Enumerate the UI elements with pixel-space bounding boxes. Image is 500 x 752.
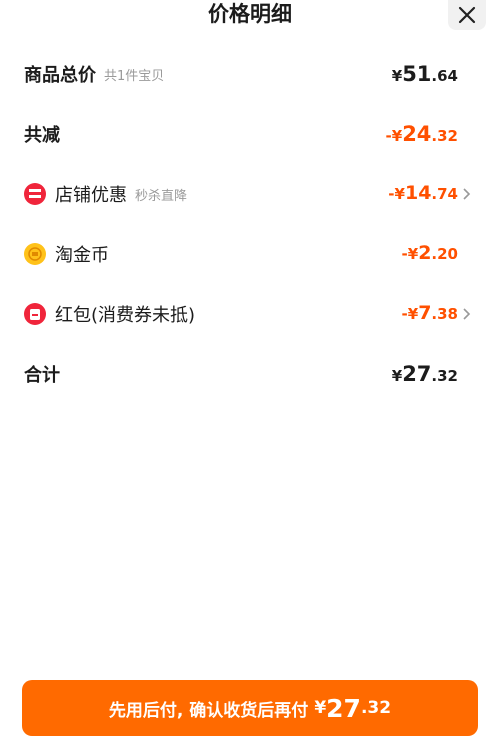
amount-integer: 14 bbox=[404, 182, 432, 204]
grand-total-amount: ¥ 27 .32 bbox=[392, 354, 458, 394]
currency-symbol: ¥ bbox=[391, 367, 403, 385]
close-icon bbox=[458, 6, 476, 24]
red-packet-label: 红包(消费券未抵) bbox=[55, 305, 196, 326]
close-button[interactable] bbox=[448, 0, 486, 30]
amount-integer: 24 bbox=[402, 122, 432, 146]
amount-cents: .32 bbox=[360, 698, 392, 718]
chevron-right-icon bbox=[463, 308, 471, 320]
currency-symbol: -¥ bbox=[401, 305, 419, 323]
total-price-label: 商品总价 bbox=[24, 65, 96, 86]
row-taojinbi: 淘金币 -¥ 2 .20 bbox=[0, 234, 500, 274]
amount-cents: .74 bbox=[431, 185, 458, 203]
amount-cents: .38 bbox=[431, 305, 458, 323]
red-packet-icon bbox=[24, 303, 46, 325]
page-title: 价格明细 bbox=[208, 2, 292, 26]
amount-integer: 27 bbox=[402, 362, 432, 386]
amount-cents: .64 bbox=[431, 67, 458, 85]
shop-discount-icon bbox=[24, 183, 46, 205]
amount-cents: .32 bbox=[431, 367, 458, 385]
row-total-price: 商品总价 共1件宝贝 ¥ 51 .64 bbox=[0, 54, 500, 94]
red-packet-amount: -¥ 7 .38 bbox=[402, 294, 458, 334]
currency-symbol: -¥ bbox=[385, 127, 403, 145]
amount-integer: 51 bbox=[402, 62, 432, 86]
shop-discount-label: 店铺优惠 bbox=[55, 185, 127, 206]
currency-symbol: -¥ bbox=[388, 185, 405, 203]
total-discount-amount: -¥ 24 .32 bbox=[386, 114, 458, 154]
pay-button-label: 先用后付, 确认收货后再付 bbox=[108, 700, 309, 721]
header: 价格明细 bbox=[0, 0, 500, 30]
taojinbi-coin-icon bbox=[24, 243, 46, 265]
currency-symbol: -¥ bbox=[401, 245, 419, 263]
amount-integer: 2 bbox=[418, 242, 432, 264]
grand-total-label: 合计 bbox=[24, 365, 60, 386]
row-shop-discount[interactable]: 店铺优惠 秒杀直降 -¥ 14 .74 bbox=[0, 174, 500, 214]
row-grand-total: 合计 ¥ 27 .32 bbox=[0, 354, 500, 394]
total-price-amount: ¥ 51 .64 bbox=[392, 54, 458, 94]
amount-cents: .20 bbox=[431, 245, 458, 263]
amount-cents: .32 bbox=[431, 127, 458, 145]
row-total-discount: 共减 -¥ 24 .32 bbox=[0, 114, 500, 154]
currency-symbol: ¥ bbox=[314, 698, 327, 718]
amount-integer: 27 bbox=[326, 693, 361, 723]
item-count-label: 共1件宝贝 bbox=[104, 68, 165, 84]
currency-symbol: ¥ bbox=[391, 67, 403, 85]
chevron-right-icon bbox=[463, 188, 471, 200]
pay-later-button[interactable]: 先用后付, 确认收货后再付 ¥ 27 .32 bbox=[22, 680, 478, 736]
taojinbi-label: 淘金币 bbox=[55, 245, 109, 266]
taojinbi-amount: -¥ 2 .20 bbox=[402, 234, 458, 274]
total-discount-label: 共减 bbox=[24, 125, 60, 146]
flash-sale-label: 秒杀直降 bbox=[135, 188, 188, 204]
shop-discount-amount: -¥ 14 .74 bbox=[388, 174, 458, 214]
amount-integer: 7 bbox=[418, 302, 432, 324]
row-red-packet[interactable]: 红包(消费券未抵) -¥ 7 .38 bbox=[0, 294, 500, 334]
